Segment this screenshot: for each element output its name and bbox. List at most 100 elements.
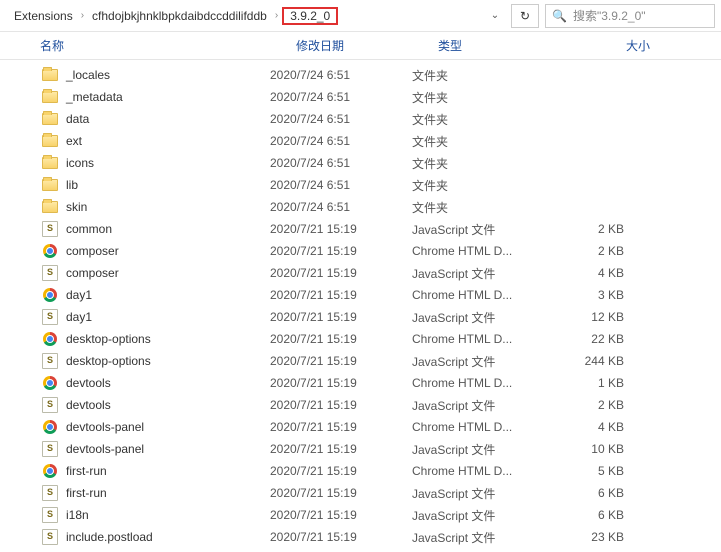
file-size: 6 KB bbox=[554, 486, 634, 500]
file-name: common bbox=[66, 222, 112, 236]
folder-icon bbox=[40, 111, 60, 127]
breadcrumb-item[interactable]: cfhdojbkjhnklbpkdaibdccddilifddb bbox=[88, 7, 271, 25]
search-input[interactable]: 🔍 搜索"3.9.2_0" bbox=[545, 4, 715, 28]
breadcrumb-item[interactable]: Extensions bbox=[10, 7, 77, 25]
file-name: lib bbox=[66, 178, 78, 192]
col-header-type[interactable]: 类型 bbox=[438, 37, 580, 54]
file-name: composer bbox=[66, 244, 119, 258]
file-date: 2020/7/21 15:19 bbox=[270, 332, 412, 346]
file-row[interactable]: _locales2020/7/24 6:51文件夹 bbox=[0, 64, 721, 86]
file-row[interactable]: skin2020/7/24 6:51文件夹 bbox=[0, 196, 721, 218]
file-type: 文件夹 bbox=[412, 67, 554, 84]
file-row[interactable]: day12020/7/21 15:19Chrome HTML D...3 KB bbox=[0, 284, 721, 306]
file-row[interactable]: lib2020/7/24 6:51文件夹 bbox=[0, 174, 721, 196]
js-file-icon bbox=[40, 441, 60, 457]
js-file-icon bbox=[40, 309, 60, 325]
file-date: 2020/7/21 15:19 bbox=[270, 244, 412, 258]
file-type: JavaScript 文件 bbox=[412, 485, 554, 502]
col-header-name[interactable]: 名称 bbox=[40, 37, 296, 54]
file-type: 文件夹 bbox=[412, 89, 554, 106]
file-date: 2020/7/21 15:19 bbox=[270, 222, 412, 236]
folder-icon bbox=[40, 89, 60, 105]
file-name: icons bbox=[66, 156, 94, 170]
file-row[interactable]: common 2020/7/21 15:19JavaScript 文件2 KB bbox=[0, 218, 721, 240]
file-row[interactable]: devtools2020/7/21 15:19Chrome HTML D...1… bbox=[0, 372, 721, 394]
file-type: JavaScript 文件 bbox=[412, 265, 554, 282]
file-size: 2 KB bbox=[554, 222, 634, 236]
file-date: 2020/7/21 15:19 bbox=[270, 288, 412, 302]
file-size: 12 KB bbox=[554, 310, 634, 324]
file-name: _metadata bbox=[66, 90, 123, 104]
file-name: first-run bbox=[66, 486, 107, 500]
breadcrumb[interactable]: Extensions›cfhdojbkjhnklbpkdaibdccddilif… bbox=[6, 4, 481, 28]
file-date: 2020/7/24 6:51 bbox=[270, 156, 412, 170]
file-list: _locales2020/7/24 6:51文件夹 _metadata 2020/7… bbox=[0, 60, 721, 552]
file-row[interactable]: desktop-options2020/7/21 15:19JavaScript… bbox=[0, 350, 721, 372]
file-name: first-run bbox=[66, 464, 107, 478]
refresh-button[interactable]: ↻ bbox=[511, 4, 539, 28]
file-type: Chrome HTML D... bbox=[412, 376, 554, 390]
file-name-cell: devtools bbox=[40, 375, 270, 391]
file-date: 2020/7/21 15:19 bbox=[270, 354, 412, 368]
folder-icon bbox=[40, 67, 60, 83]
file-row[interactable]: devtools-panel2020/7/21 15:19Chrome HTML… bbox=[0, 416, 721, 438]
file-name: ext bbox=[66, 134, 82, 148]
file-date: 2020/7/21 15:19 bbox=[270, 398, 412, 412]
file-type: JavaScript 文件 bbox=[412, 529, 554, 546]
file-type: 文件夹 bbox=[412, 155, 554, 172]
file-size: 6 KB bbox=[554, 508, 634, 522]
file-row[interactable]: ext2020/7/24 6:51文件夹 bbox=[0, 130, 721, 152]
file-type: Chrome HTML D... bbox=[412, 332, 554, 346]
file-name: skin bbox=[66, 200, 87, 214]
file-row[interactable]: desktop-options2020/7/21 15:19Chrome HTM… bbox=[0, 328, 721, 350]
file-row[interactable]: i18n2020/7/21 15:19JavaScript 文件6 KB bbox=[0, 504, 721, 526]
file-row[interactable]: devtools-panel2020/7/21 15:19JavaScript … bbox=[0, 438, 721, 460]
col-header-date[interactable]: 修改日期 bbox=[296, 37, 438, 54]
breadcrumb-dropdown[interactable]: ⌄ bbox=[485, 10, 505, 21]
chrome-icon bbox=[40, 331, 60, 347]
search-icon: 🔍 bbox=[552, 9, 567, 23]
file-type: 文件夹 bbox=[412, 133, 554, 150]
breadcrumb-item[interactable]: 3.9.2_0 bbox=[282, 7, 338, 25]
js-file-icon bbox=[40, 353, 60, 369]
file-date: 2020/7/21 15:19 bbox=[270, 376, 412, 390]
address-toolbar: Extensions›cfhdojbkjhnklbpkdaibdccddilif… bbox=[0, 0, 721, 32]
file-name-cell: common bbox=[40, 221, 270, 237]
file-name: composer bbox=[66, 266, 119, 280]
folder-icon bbox=[40, 177, 60, 193]
js-file-icon bbox=[40, 265, 60, 281]
file-name: devtools bbox=[66, 398, 111, 412]
file-row[interactable]: first-run2020/7/21 15:19Chrome HTML D...… bbox=[0, 460, 721, 482]
js-file-icon bbox=[40, 485, 60, 501]
file-name: day1 bbox=[66, 310, 92, 324]
file-row[interactable]: composer2020/7/21 15:19Chrome HTML D...2… bbox=[0, 240, 721, 262]
col-header-size[interactable]: 大小 bbox=[580, 37, 660, 54]
folder-icon bbox=[40, 133, 60, 149]
file-row[interactable]: icons 2020/7/24 6:51文件夹 bbox=[0, 152, 721, 174]
chrome-icon bbox=[40, 463, 60, 479]
chrome-icon bbox=[40, 419, 60, 435]
file-row[interactable]: data2020/7/24 6:51文件夹 bbox=[0, 108, 721, 130]
file-row[interactable]: day12020/7/21 15:19JavaScript 文件12 KB bbox=[0, 306, 721, 328]
file-name-cell: day1 bbox=[40, 309, 270, 325]
file-date: 2020/7/24 6:51 bbox=[270, 90, 412, 104]
file-name-cell: devtools-panel bbox=[40, 441, 270, 457]
file-size: 244 KB bbox=[554, 354, 634, 368]
file-size: 1 KB bbox=[554, 376, 634, 390]
file-type: Chrome HTML D... bbox=[412, 244, 554, 258]
file-date: 2020/7/21 15:19 bbox=[270, 442, 412, 456]
file-date: 2020/7/24 6:51 bbox=[270, 112, 412, 126]
file-name-cell: composer bbox=[40, 243, 270, 259]
js-file-icon bbox=[40, 221, 60, 237]
file-row[interactable]: composer2020/7/21 15:19JavaScript 文件4 KB bbox=[0, 262, 721, 284]
file-row[interactable]: include.postload2020/7/21 15:19JavaScrip… bbox=[0, 526, 721, 548]
file-row[interactable]: devtools2020/7/21 15:19JavaScript 文件2 KB bbox=[0, 394, 721, 416]
folder-icon bbox=[40, 155, 60, 171]
file-row[interactable]: first-run2020/7/21 15:19JavaScript 文件6 K… bbox=[0, 482, 721, 504]
file-type: JavaScript 文件 bbox=[412, 221, 554, 238]
chrome-icon bbox=[40, 287, 60, 303]
file-name-cell: devtools bbox=[40, 397, 270, 413]
file-name-cell: desktop-options bbox=[40, 331, 270, 347]
chrome-icon bbox=[40, 243, 60, 259]
file-row[interactable]: _metadata 2020/7/24 6:51文件夹 bbox=[0, 86, 721, 108]
